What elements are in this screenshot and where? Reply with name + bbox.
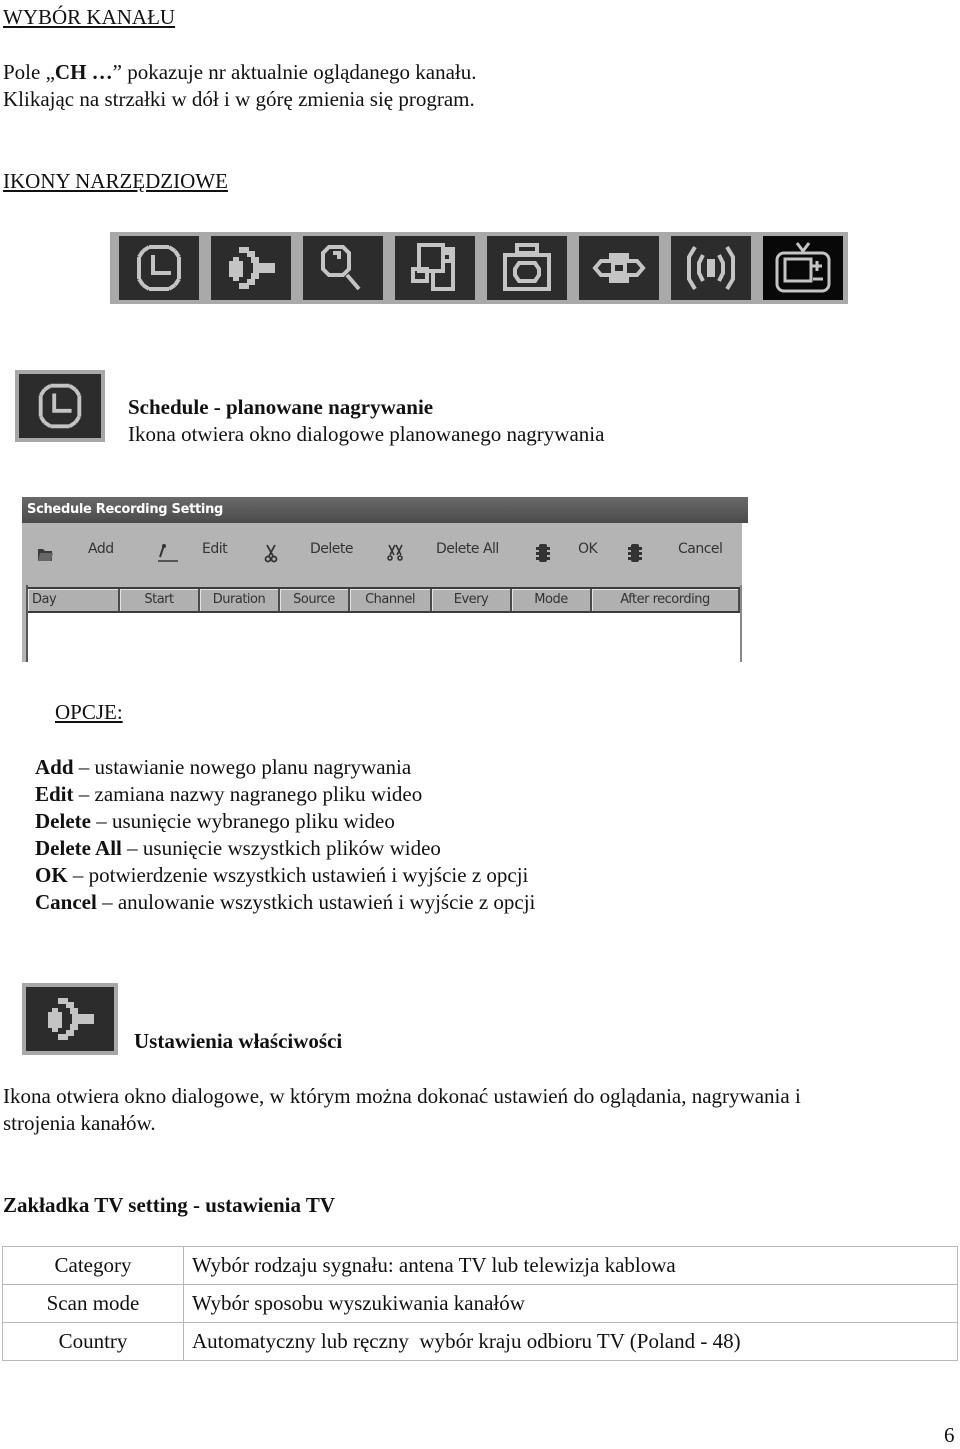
tv-setting-table: Category Wybór rodzaju sygnału: antena T… — [2, 1246, 958, 1361]
column-channel[interactable]: Channel — [350, 589, 432, 611]
toolbar-icon-strip — [110, 232, 848, 304]
dialog-toolbar: Add Edit Delete Delete All OK Cancel — [22, 523, 742, 585]
setting-key: Scan mode — [2, 1284, 184, 1323]
option-desc: – ustawianie nowego planu nagrywania — [73, 755, 412, 779]
delete-all-scissors-icon[interactable] — [386, 543, 404, 563]
table-row: Scan mode Wybór sposobu wyszukiwania kan… — [2, 1284, 958, 1323]
snapshot-camera-icon[interactable] — [487, 236, 567, 300]
audio-signal-icon[interactable] — [671, 236, 751, 300]
text-fragment: ” pokazuje nr aktualnie oglądanego kanał… — [112, 60, 477, 84]
schedule-large-icon — [15, 370, 105, 442]
schedule-description: Ikona otwiera okno dialogowe planowanego… — [128, 422, 605, 446]
schedule-table-header: Day Start Duration Source Channel Every … — [28, 587, 740, 613]
options-list: Add – ustawianie nowego planu nagrywania… — [35, 754, 535, 916]
cancel-button[interactable]: Cancel — [678, 541, 723, 557]
column-after-recording[interactable]: After recording — [592, 589, 740, 611]
option-term: Add — [35, 755, 74, 779]
option-term: Cancel — [35, 890, 97, 914]
option-desc: – usunięcie wszystkich plików wideo — [121, 836, 441, 860]
search-magnifier-icon[interactable] — [303, 236, 383, 300]
table-row: Category Wybór rodzaju sygnału: antena T… — [2, 1246, 958, 1285]
channel-line-1: Pole „CH …” pokazuje nr aktualnie ogląda… — [3, 59, 477, 86]
column-duration[interactable]: Duration — [200, 589, 280, 611]
schedule-table-body — [28, 613, 740, 662]
option-add: Add – ustawianie nowego planu nagrywania — [35, 754, 535, 781]
delete-button[interactable]: Delete — [310, 541, 354, 557]
cancel-traffic-light-icon[interactable] — [626, 543, 644, 563]
open-folder-icon[interactable] — [36, 543, 54, 563]
option-term: Delete — [35, 809, 91, 833]
tv-setting-heading: Zakładka TV setting - ustawienia TV — [3, 1193, 336, 1217]
ch-field-label: CH … — [54, 60, 113, 84]
option-delete: Delete – usunięcie wybranego pliku wideo — [35, 808, 535, 835]
table-right-border — [740, 585, 742, 662]
properties-settings-icon[interactable] — [211, 236, 291, 300]
properties-settings-icon — [48, 998, 94, 1040]
column-every[interactable]: Every — [432, 589, 512, 611]
edit-button[interactable]: Edit — [202, 541, 228, 557]
properties-description-2: strojenia kanałów. — [3, 1111, 156, 1135]
column-source[interactable]: Source — [280, 589, 350, 611]
setting-value: Wybór sposobu wyszukiwania kanałów — [183, 1284, 958, 1323]
option-ok: OK – potwierdzenie wszystkich ustawień i… — [35, 862, 535, 889]
setting-value: Wybór rodzaju sygnału: antena TV lub tel… — [183, 1246, 958, 1285]
windows-layout-icon[interactable] — [395, 236, 475, 300]
setting-key: Category — [2, 1246, 184, 1285]
column-day[interactable]: Day — [28, 589, 120, 611]
channel-section-heading: WYBÓR KANAŁU — [3, 5, 176, 29]
edit-pencil-icon[interactable] — [154, 543, 180, 563]
ok-traffic-light-icon[interactable] — [534, 543, 552, 563]
ok-button[interactable]: OK — [578, 541, 598, 557]
option-term: OK — [35, 863, 68, 887]
tools-section-heading: IKONY NARZĘDZIOWE — [3, 169, 228, 193]
tv-channel-plus-minus-icon[interactable] — [763, 236, 843, 300]
channel-line-2: Klikając na strzałki w dół i w górę zmie… — [3, 87, 475, 111]
text-fragment: Pole „ — [3, 60, 55, 84]
option-delete-all: Delete All – usunięcie wszystkich plików… — [35, 835, 535, 862]
options-heading: OPCJE: — [55, 700, 123, 724]
schedule-recording-dialog: Schedule Recording Setting Add Edit Dele… — [22, 497, 748, 662]
properties-large-icon — [22, 983, 118, 1055]
column-mode[interactable]: Mode — [512, 589, 592, 611]
page-number: 6 — [944, 1423, 955, 1447]
option-term: Delete All — [35, 836, 122, 860]
dialog-title: Schedule Recording Setting — [22, 497, 748, 523]
schedule-clock-icon[interactable] — [119, 236, 199, 300]
option-desc: – anulowanie wszystkich ustawień i wyjśc… — [96, 890, 536, 914]
clock-icon — [38, 383, 82, 429]
properties-description-1: Ikona otwiera okno dialogowe, w którym m… — [3, 1084, 801, 1108]
option-desc: – zamiana nazwy nagranego pliku wideo — [73, 782, 423, 806]
option-edit: Edit – zamiana nazwy nagranego pliku wid… — [35, 781, 535, 808]
option-desc: – potwierdzenie wszystkich ustawień i wy… — [67, 863, 529, 887]
scissors-icon[interactable] — [262, 543, 280, 563]
delete-all-button[interactable]: Delete All — [436, 541, 499, 557]
column-start[interactable]: Start — [120, 589, 200, 611]
setting-key: Country — [2, 1322, 184, 1361]
option-cancel: Cancel – anulowanie wszystkich ustawień … — [35, 889, 535, 916]
table-row: Country Automatyczny lub ręczny wybór kr… — [2, 1322, 958, 1361]
properties-title: Ustawienia właściwości — [134, 1029, 343, 1053]
view-eye-icon[interactable] — [579, 236, 659, 300]
add-button[interactable]: Add — [88, 541, 114, 557]
option-desc: – usunięcie wybranego pliku wideo — [90, 809, 395, 833]
option-term: Edit — [35, 782, 74, 806]
schedule-title: Schedule - planowane nagrywanie — [128, 395, 434, 419]
setting-value: Automatyczny lub ręczny wybór kraju odbi… — [183, 1322, 958, 1361]
